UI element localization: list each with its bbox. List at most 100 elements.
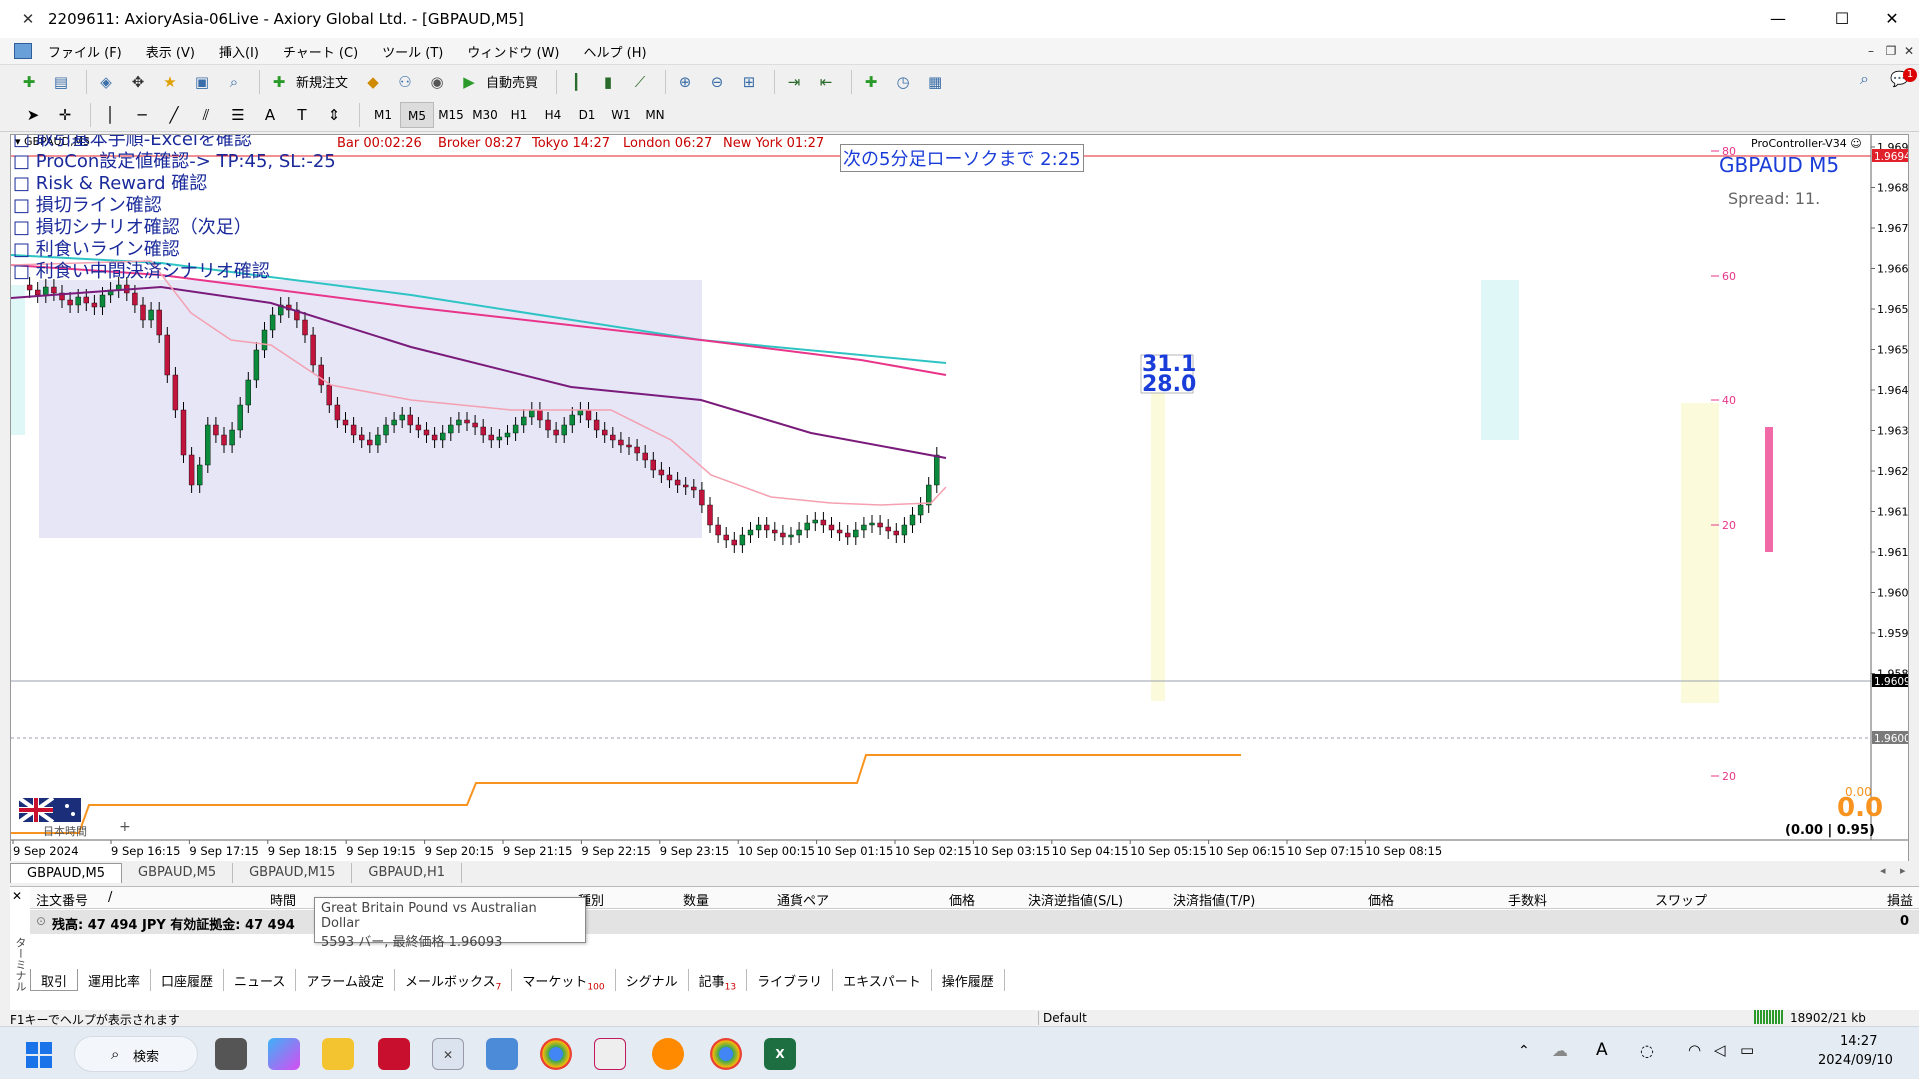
col-swap[interactable]: スワップ	[1655, 890, 1707, 909]
taskbar-search[interactable]: ⌕ 検索	[74, 1036, 198, 1072]
chart-tab[interactable]: GBPAUD,M5	[122, 863, 234, 883]
sync-icon[interactable]: ◌	[1640, 1041, 1654, 1060]
tf-m30[interactable]: M30	[468, 102, 502, 128]
checklist-item[interactable]: □ 取引基本手順-Excelを確認	[13, 135, 336, 151]
chart-tab[interactable]: GBPAUD,M5	[10, 863, 123, 883]
mdi-close-icon[interactable]: ✕	[1900, 42, 1918, 60]
signals-icon[interactable]: ⚇	[392, 69, 418, 95]
crosshair-icon[interactable]: ✛	[52, 102, 78, 128]
col-time[interactable]: 時間	[270, 890, 296, 909]
col-symbol[interactable]: 通貨ペア	[777, 890, 829, 909]
data-window-icon[interactable]: ▣	[189, 69, 215, 95]
menu-insert[interactable]: 挿入(I)	[207, 42, 271, 61]
menu-help[interactable]: ヘルプ (H)	[572, 42, 659, 61]
tf-m5[interactable]: M5	[400, 101, 434, 128]
file-explorer-icon[interactable]	[322, 1038, 354, 1070]
col-commission[interactable]: 手数料	[1508, 890, 1547, 909]
excel-icon[interactable]: X	[764, 1038, 796, 1070]
tf-d1[interactable]: D1	[570, 102, 604, 128]
app-icon-orange[interactable]	[652, 1038, 684, 1070]
menu-view[interactable]: 表示 (V)	[134, 42, 207, 61]
tab-scroll-right-icon[interactable]: ▸	[1900, 864, 1906, 877]
checklist-item[interactable]: □ 利食い中間決済シナリオ確認	[13, 261, 336, 283]
menu-window[interactable]: ウィンドウ (W)	[455, 42, 571, 61]
clock-time[interactable]: 14:27	[1840, 1034, 1877, 1049]
tab-news[interactable]: ニュース	[224, 969, 297, 991]
trend-line-icon[interactable]: ╱	[161, 102, 187, 128]
windows-start-icon[interactable]	[26, 1042, 52, 1068]
mdi-minimize-icon[interactable]: –	[1862, 42, 1880, 60]
metaeditor-icon[interactable]: ◆	[360, 69, 386, 95]
indicators-icon[interactable]: ✚	[858, 69, 884, 95]
copilot-icon[interactable]	[268, 1038, 300, 1070]
notification-badge[interactable]: 1	[1903, 68, 1917, 82]
ime-icon[interactable]: A	[1596, 1040, 1608, 1060]
tab-signals[interactable]: シグナル	[616, 969, 689, 991]
cursor-icon[interactable]: ➤	[20, 102, 46, 128]
axiory-mt4-icon[interactable]: ✕	[432, 1038, 464, 1070]
mdi-restore-icon[interactable]: ❐	[1882, 42, 1900, 60]
tab-exposure[interactable]: 運用比率	[78, 969, 152, 991]
tab-articles[interactable]: 記事13	[689, 969, 748, 993]
col-price2[interactable]: 価格	[1368, 890, 1394, 909]
chart-window-icon[interactable]	[14, 43, 32, 59]
menu-file[interactable]: ファイル (F)	[36, 42, 134, 61]
zoom-in-icon[interactable]: ⊕	[672, 69, 698, 95]
checklist-item[interactable]: □ ProCon設定値確認-> TP:45, SL:-25	[13, 151, 336, 173]
chart-tab[interactable]: GBPAUD,H1	[352, 863, 463, 883]
tile-windows-icon[interactable]: ⊞	[736, 69, 762, 95]
checklist-item[interactable]: □ Risk & Reward 確認	[13, 173, 336, 195]
favorites-icon[interactable]: ★	[157, 69, 183, 95]
horizontal-line-icon[interactable]: ─	[129, 102, 155, 128]
onedrive-icon[interactable]: ☁	[1552, 1041, 1568, 1060]
task-view-icon[interactable]	[215, 1038, 247, 1070]
tab-library[interactable]: ライブラリ	[747, 969, 834, 991]
menu-chart[interactable]: チャート (C)	[271, 42, 370, 61]
vertical-line-icon[interactable]: │	[97, 102, 123, 128]
tf-m15[interactable]: M15	[434, 102, 468, 128]
col-order[interactable]: 注文番号	[36, 890, 88, 909]
app-icon-blue[interactable]	[486, 1038, 518, 1070]
chrome-icon[interactable]	[540, 1038, 572, 1070]
clock-date[interactable]: 2024/09/10	[1818, 1053, 1893, 1068]
checklist-item[interactable]: □ 損切シナリオ確認（次足）	[13, 217, 336, 239]
profiles-icon[interactable]: ▤	[48, 69, 74, 95]
chart-tab[interactable]: GBPAUD,M15	[233, 863, 353, 883]
new-order-icon[interactable]: ✚	[266, 69, 292, 95]
tab-history[interactable]: 口座履歴	[151, 969, 225, 991]
fibonacci-icon[interactable]: ☰	[225, 102, 251, 128]
tab-trade[interactable]: 取引	[30, 969, 79, 991]
chart-window[interactable]: 1.969101.968301.967501.966701.965901.965…	[10, 134, 1909, 862]
tray-expand-icon[interactable]: ⌃	[1518, 1043, 1530, 1059]
volume-icon[interactable]: ◁	[1714, 1041, 1726, 1059]
search-icon[interactable]: ⌕	[1860, 69, 1869, 89]
market-watch-icon[interactable]: ◈	[93, 69, 119, 95]
add-icon[interactable]: +	[119, 819, 131, 835]
close-button[interactable]: ✕	[1864, 0, 1919, 38]
col-profit[interactable]: 損益	[1887, 890, 1913, 909]
new-order-button[interactable]: 新規注文	[296, 72, 348, 91]
arrows-icon[interactable]: ⇕	[321, 102, 347, 128]
app-icon-red[interactable]	[378, 1038, 410, 1070]
autoscroll-icon[interactable]: ⇥	[781, 69, 807, 95]
minimize-button[interactable]: —	[1750, 0, 1806, 38]
menu-tools[interactable]: ツール (T)	[370, 42, 455, 61]
auto-trading-button[interactable]: 自動売買	[486, 72, 538, 91]
tf-mn[interactable]: MN	[638, 102, 672, 128]
wifi-icon[interactable]: ◠	[1688, 1041, 1701, 1059]
terminal-close-icon[interactable]: ✕	[12, 889, 22, 903]
periods-icon[interactable]: ◷	[890, 69, 916, 95]
line-chart-icon[interactable]: ⟋	[627, 69, 653, 95]
chart-shift-icon[interactable]: ⇤	[813, 69, 839, 95]
tf-h4[interactable]: H4	[536, 102, 570, 128]
col-sl[interactable]: 決済逆指値(S/L)	[1028, 890, 1123, 909]
tf-h1[interactable]: H1	[502, 102, 536, 128]
checklist-item[interactable]: □ 損切ライン確認	[13, 195, 336, 217]
checklist-item[interactable]: □ 利食いライン確認	[13, 239, 336, 261]
new-chart-icon[interactable]: ✚	[16, 69, 42, 95]
channel-icon[interactable]: ⫽	[193, 102, 219, 128]
candlestick-icon[interactable]: ▮	[595, 69, 621, 95]
tab-scroll-left-icon[interactable]: ◂	[1880, 864, 1886, 877]
auto-trading-icon[interactable]: ▶	[456, 69, 482, 95]
tab-alerts[interactable]: アラーム設定	[296, 969, 396, 991]
